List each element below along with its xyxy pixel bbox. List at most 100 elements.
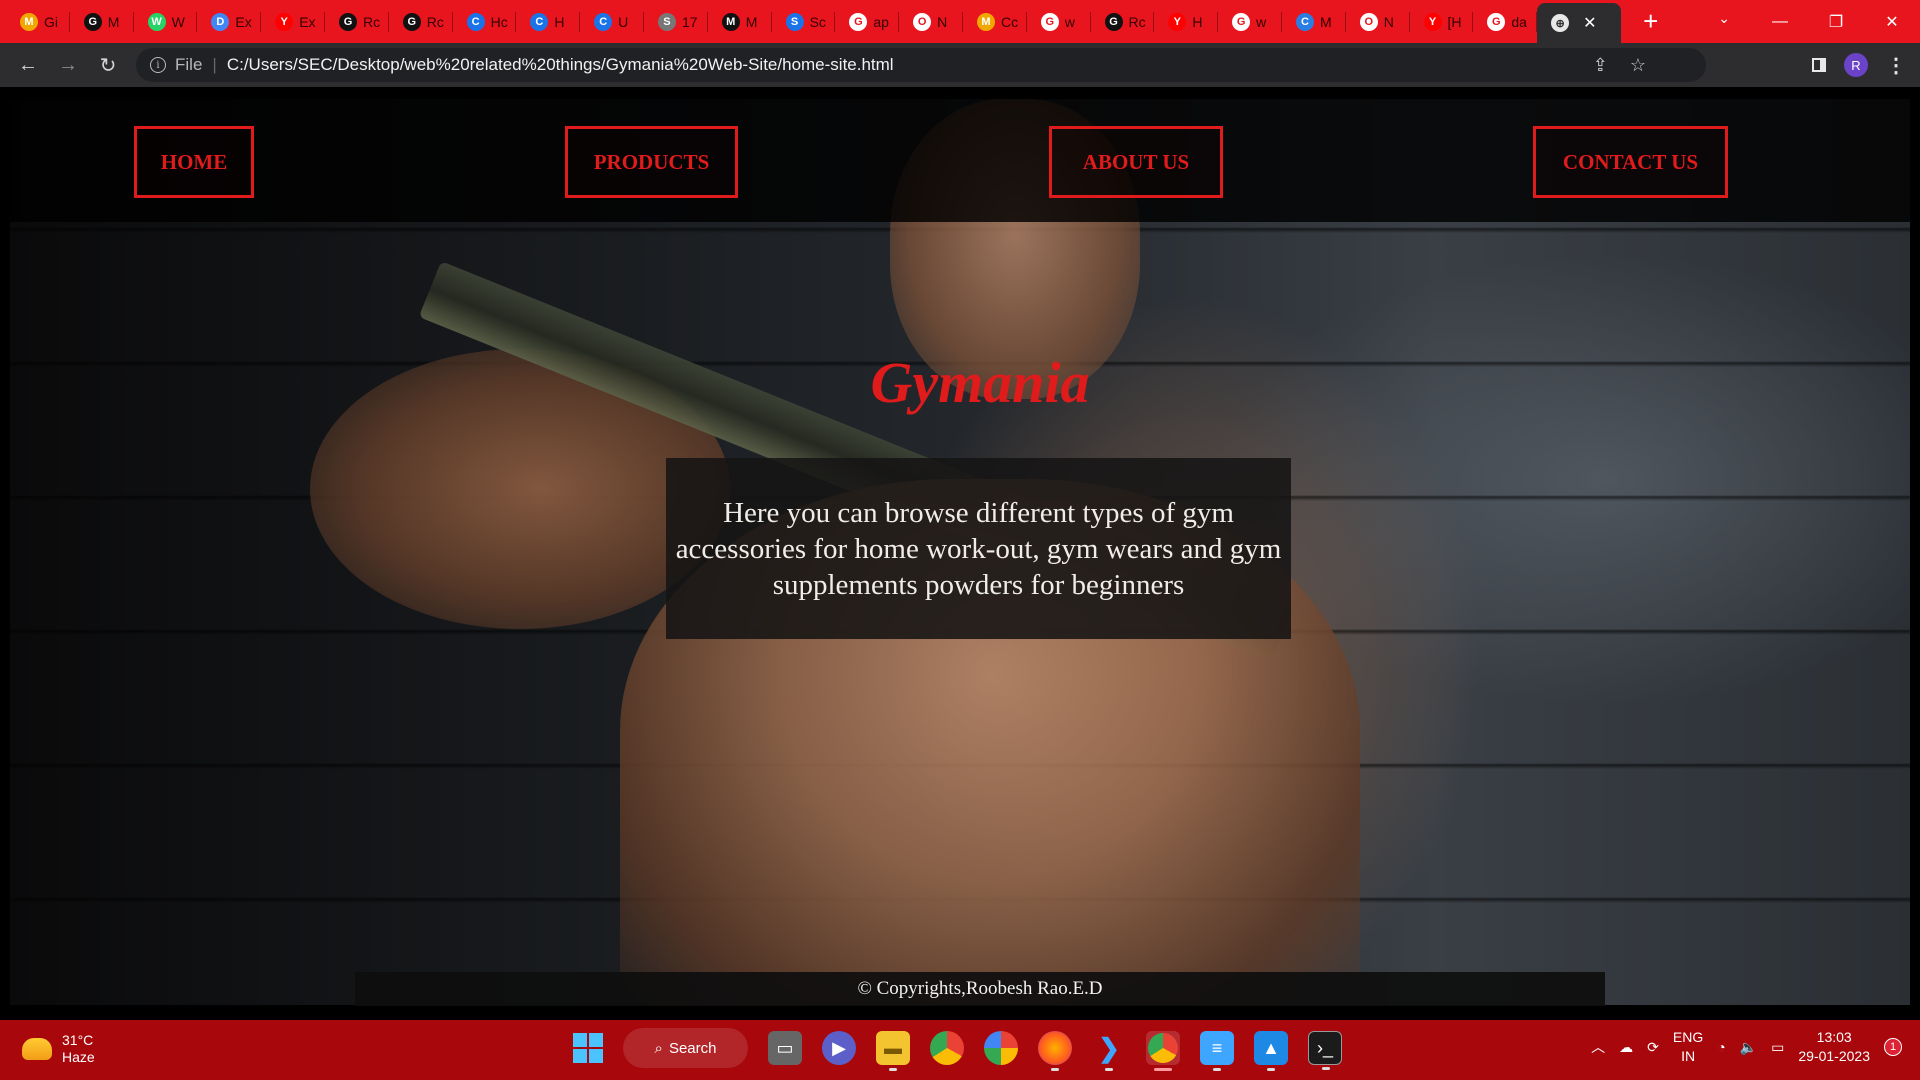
browser-tab[interactable]: CM <box>1282 0 1346 43</box>
browser-tab[interactable]: ON <box>899 0 963 43</box>
browser-tab[interactable]: Y [H <box>1410 0 1474 43</box>
browser-tab[interactable]: GM <box>70 0 134 43</box>
onedrive-cloud-icon[interactable]: ☁ <box>1619 1039 1633 1056</box>
browser-tab[interactable]: S 17 <box>644 0 708 43</box>
volume-icon[interactable]: 🔈 <box>1740 1039 1757 1056</box>
nav-about-button[interactable]: ABOUT US <box>1049 126 1223 198</box>
browser-tab[interactable]: Gw <box>1027 0 1091 43</box>
google-icon: G <box>849 12 868 31</box>
tab-search-icon[interactable]: ⌄ <box>1718 10 1730 27</box>
tab-title: Cc <box>1000 13 1019 30</box>
taskbar-search[interactable]: ⌕ Search <box>623 1028 748 1068</box>
browser-tab[interactable]: MM <box>708 0 772 43</box>
url-text[interactable]: C:/Users/SEC/Desktop/web%20related%20thi… <box>227 55 894 75</box>
description-text: Here you can browse different types of g… <box>675 496 1282 601</box>
photos-icon[interactable] <box>984 1031 1018 1065</box>
vscode-icon[interactable]: ❯ <box>1092 1031 1126 1071</box>
nav-products-button[interactable]: PRODUCTS <box>565 126 738 198</box>
profile-avatar[interactable]: R <box>1844 53 1868 77</box>
browser-tab[interactable]: M Gi <box>6 0 70 43</box>
zoom-icon[interactable]: ▶ <box>822 1031 856 1065</box>
browser-tab[interactable]: Y Ex <box>261 0 325 43</box>
browser-tab[interactable]: Gap <box>835 0 899 43</box>
browser-tab[interactable]: Gda <box>1473 0 1537 43</box>
firefox-icon[interactable] <box>1038 1031 1072 1071</box>
clock-time: 13:03 <box>1816 1029 1852 1045</box>
browser-tab[interactable]: D Ex <box>197 0 261 43</box>
chrome-icon[interactable] <box>930 1031 964 1065</box>
photo-editor-icon[interactable]: ▲ <box>1254 1031 1288 1071</box>
browser-tab[interactable]: ON <box>1346 0 1410 43</box>
tab-title: U <box>618 13 629 30</box>
clock[interactable]: 13:03 29-01-2023 <box>1798 1028 1870 1066</box>
site-navbar: HOME PRODUCTS ABOUT US CONTACT US <box>0 99 1920 222</box>
haze-weather-icon <box>22 1038 52 1060</box>
address-separator: | <box>212 55 217 74</box>
active-tab[interactable]: ⊕ ✕ <box>1537 3 1622 43</box>
bookmark-star-icon[interactable]: ☆ <box>1630 55 1646 76</box>
browser-tab[interactable]: M Cc <box>963 0 1027 43</box>
tab-title: N <box>937 13 948 30</box>
lang-top: ENG <box>1672 1029 1704 1045</box>
weather-condition: Haze <box>62 1049 95 1065</box>
browser-tab[interactable]: CU <box>580 0 644 43</box>
omnibox-actions: ⇪ ☆ <box>1593 48 1646 82</box>
file-explorer-icon[interactable]: ▬ <box>876 1031 910 1071</box>
globe-icon: ⊕ <box>1551 14 1570 32</box>
new-tab-button[interactable]: + <box>1643 6 1658 37</box>
notepad-icon[interactable]: ≡ <box>1200 1031 1234 1071</box>
opera-icon: O <box>913 12 932 31</box>
address-bar[interactable]: i File | C:/Users/SEC/Desktop/web%20rela… <box>136 48 1706 82</box>
notification-badge[interactable]: 1 <box>1884 1038 1902 1056</box>
browser-tab[interactable]: S Sc <box>772 0 836 43</box>
browser-tab[interactable]: WW <box>134 0 198 43</box>
terminal-icon[interactable]: ›_ <box>1308 1031 1342 1070</box>
site-info-icon[interactable]: i <box>150 57 166 73</box>
side-panel-icon[interactable] <box>1812 58 1826 72</box>
reload-button[interactable]: ↻ <box>88 53 128 78</box>
restore-button[interactable]: ❐ <box>1808 12 1864 32</box>
weather-widget[interactable]: 31°C Haze <box>22 1032 95 1066</box>
browser-tab[interactable]: G Rc <box>389 0 453 43</box>
browser-tab[interactable]: C Hc <box>453 0 517 43</box>
tab-title: M <box>745 13 758 30</box>
language-indicator[interactable]: ENG IN <box>1673 1028 1703 1066</box>
tab-list: M Gi G M W W D Ex Y Ex G Rc G Rc C Hc C H C U S 17 M M S Sc Gap O N M… <box>0 0 1537 43</box>
task-view-icon[interactable]: ▭ <box>768 1031 802 1065</box>
browser-tab[interactable]: G Rc <box>325 0 389 43</box>
github-icon: G <box>338 12 357 31</box>
chevron-up-icon[interactable]: ︿ <box>1591 1037 1605 1057</box>
wifi-icon[interactable]: ◔ <box>1717 1039 1725 1055</box>
minimize-button[interactable]: — <box>1752 13 1808 31</box>
nav-contact-button[interactable]: CONTACT US <box>1533 126 1728 198</box>
forward-button[interactable]: → <box>48 54 88 77</box>
tab-title: Rc <box>1128 13 1146 30</box>
tab-title: N <box>1383 13 1394 30</box>
tab-title: Rc <box>362 13 381 30</box>
docs-icon: D <box>211 12 230 31</box>
browser-tab[interactable]: Gw <box>1218 0 1282 43</box>
nav-home-button[interactable]: HOME <box>134 126 254 198</box>
google-icon: G <box>1487 12 1506 31</box>
tab-title: 17 <box>681 13 698 30</box>
battery-icon[interactable]: ▭ <box>1771 1039 1784 1056</box>
share-icon[interactable]: ⇪ <box>1593 55 1608 76</box>
tab-title: W <box>171 13 185 30</box>
c-icon: C <box>530 12 549 31</box>
close-tab-icon[interactable]: ✕ <box>1583 13 1596 33</box>
menu-kebab-icon[interactable]: ⋮ <box>1886 53 1906 78</box>
browser-tab[interactable]: YH <box>1154 0 1218 43</box>
medium-icon: M <box>721 12 740 31</box>
taskbar-apps: ⌕ Search ▭ ▶ ▬ ❯ ≡ ▲ ›_ <box>573 1028 1342 1071</box>
back-button[interactable]: ← <box>8 54 48 77</box>
site-title: Gymania <box>870 350 1090 415</box>
browser-tab[interactable]: G Rc <box>1091 0 1155 43</box>
monkey-icon: M <box>976 12 995 31</box>
chrome-profile-icon[interactable] <box>1146 1031 1180 1071</box>
close-window-button[interactable]: ✕ <box>1864 12 1920 32</box>
browser-tab[interactable]: CH <box>516 0 580 43</box>
start-windows-icon[interactable] <box>573 1033 603 1063</box>
tab-title: [H <box>1447 13 1462 30</box>
tab-strip: M Gi G M W W D Ex Y Ex G Rc G Rc C Hc C H C U S 17 M M S Sc Gap O N M… <box>0 0 1920 43</box>
sync-icon[interactable]: ⟳ <box>1647 1039 1659 1056</box>
